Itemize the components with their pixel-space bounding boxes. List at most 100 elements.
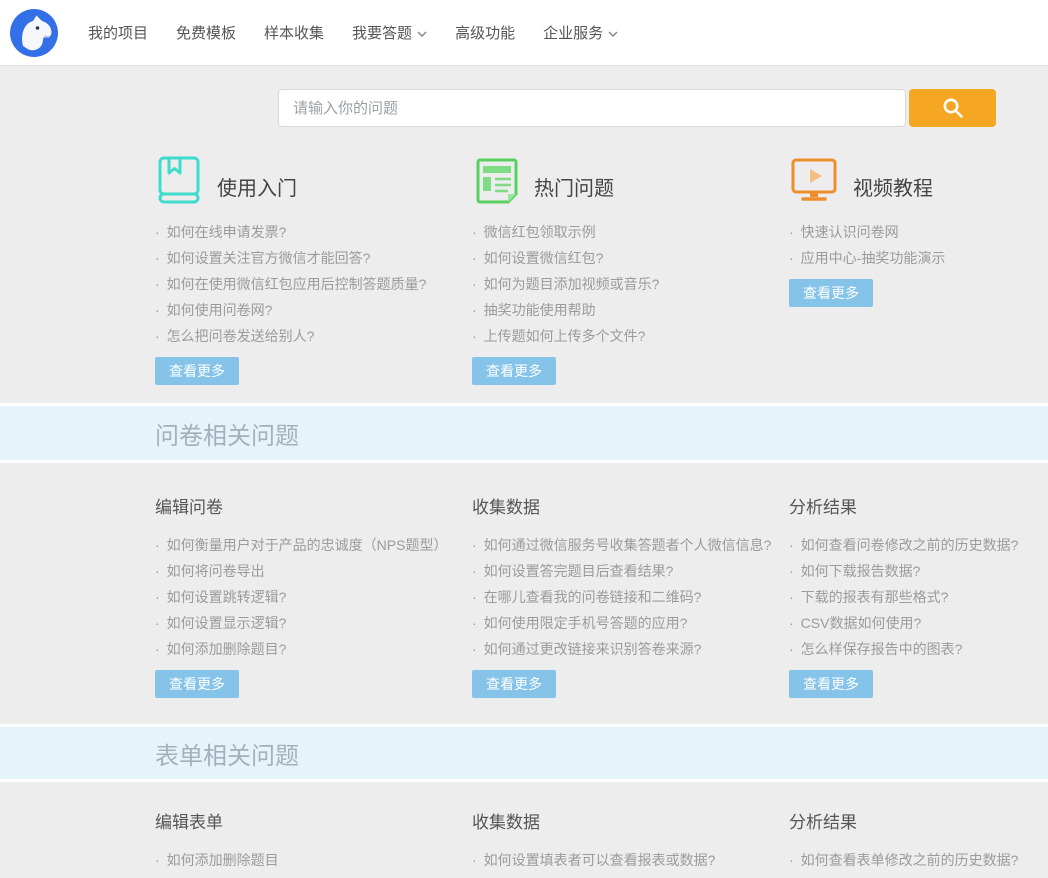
survey-columns: 编辑问卷 如何衡量用户对于产品的忠诚度（NPS题型） 如何将问卷导出 如何设置跳… bbox=[155, 493, 1048, 698]
nav-my-projects[interactable]: 我的项目 bbox=[88, 22, 148, 43]
question-link[interactable]: 如何设置填表者可以查看报表或数据? bbox=[472, 847, 789, 873]
form-section-title: 表单相关问题 bbox=[155, 736, 299, 771]
question-link[interactable]: 微信红包领取示例 bbox=[472, 219, 789, 245]
question-list: 如何查看问卷修改之前的历史数据? 如何下载报告数据? 下载的报表有那些格式? C… bbox=[789, 532, 1048, 662]
nav-label: 企业服务 bbox=[543, 22, 603, 43]
question-link[interactable]: 如何设置微信红包? bbox=[472, 245, 789, 271]
wenjuan-logo[interactable] bbox=[10, 9, 58, 57]
question-link[interactable]: 如何使用限定手机号答题的应用? bbox=[472, 610, 789, 636]
question-link[interactable]: 如何为填表者分配人员? bbox=[472, 873, 789, 878]
form-questions-section: 编辑表单 如何添加删除题目 如何添加删除选项? 收集数据 如何设置填表者可以查看… bbox=[0, 782, 1048, 878]
question-link[interactable]: 下载的报表有那些格式? bbox=[789, 584, 1048, 610]
help-hero-section: 使用入门 如何在线申请发票? 如何设置关注官方微信才能回答? 如何在使用微信红包… bbox=[0, 66, 1048, 403]
nav-label: 我要答题 bbox=[352, 22, 412, 43]
survey-questions-section: 编辑问卷 如何衡量用户对于产品的忠诚度（NPS题型） 如何将问卷导出 如何设置跳… bbox=[0, 463, 1048, 724]
question-list: 如何查看表单修改之前的历史数据? 可以修改收集到的数据吗? bbox=[789, 847, 1048, 878]
help-col-video-tutorials: 视频教程 快速认识问卷网 应用中心-抽奖功能演示 查看更多 bbox=[789, 155, 1048, 385]
view-more-button[interactable]: 查看更多 bbox=[789, 279, 873, 307]
question-link[interactable]: 如何添加删除题目 bbox=[155, 847, 472, 873]
view-more-button[interactable]: 查看更多 bbox=[472, 670, 556, 698]
view-more-button[interactable]: 查看更多 bbox=[789, 670, 873, 698]
column-title: 编辑表单 bbox=[155, 808, 472, 833]
form-col-analyze: 分析结果 如何查看表单修改之前的历史数据? 可以修改收集到的数据吗? bbox=[789, 808, 1048, 878]
question-link[interactable]: 如何设置答完题目后查看结果? bbox=[472, 558, 789, 584]
question-link[interactable]: 如何查看表单修改之前的历史数据? bbox=[789, 847, 1048, 873]
column-title: 分析结果 bbox=[789, 808, 1048, 833]
question-link[interactable]: 应用中心-抽奖功能演示 bbox=[789, 245, 1048, 271]
question-link[interactable]: 可以修改收集到的数据吗? bbox=[789, 873, 1048, 878]
help-col-hot-questions: 热门问题 微信红包领取示例 如何设置微信红包? 如何为题目添加视频或音乐? 抽奖… bbox=[472, 155, 789, 385]
question-link[interactable]: CSV数据如何使用? bbox=[789, 610, 1048, 636]
top-navbar: 我的项目 免费模板 样本收集 我要答题 高级功能 企业服务 bbox=[0, 0, 1048, 66]
dog-logo-icon bbox=[10, 9, 58, 57]
form-columns: 编辑表单 如何添加删除题目 如何添加删除选项? 收集数据 如何设置填表者可以查看… bbox=[155, 808, 1048, 878]
nav-sample-collection[interactable]: 样本收集 bbox=[264, 22, 324, 43]
question-list: 如何设置填表者可以查看报表或数据? 如何为填表者分配人员? bbox=[472, 847, 789, 878]
nav-free-templates[interactable]: 免费模板 bbox=[176, 22, 236, 43]
main-menu: 我的项目 免费模板 样本收集 我要答题 高级功能 企业服务 bbox=[88, 22, 618, 43]
question-link[interactable]: 如何设置显示逻辑? bbox=[155, 610, 472, 636]
nav-advanced-features[interactable]: 高级功能 bbox=[455, 22, 515, 43]
question-link[interactable]: 如何添加删除题目? bbox=[155, 636, 472, 662]
question-link[interactable]: 怎么把问卷发送给别人? bbox=[155, 323, 472, 349]
survey-section-title: 问卷相关问题 bbox=[155, 416, 299, 451]
question-list: 如何添加删除题目 如何添加删除选项? bbox=[155, 847, 472, 878]
video-icon bbox=[789, 155, 839, 205]
view-more-button[interactable]: 查看更多 bbox=[472, 357, 556, 385]
column-title: 收集数据 bbox=[472, 808, 789, 833]
question-link[interactable]: 怎么样保存报告中的图表? bbox=[789, 636, 1048, 662]
nav-answer-surveys[interactable]: 我要答题 bbox=[352, 22, 427, 43]
column-title: 收集数据 bbox=[472, 493, 789, 518]
category-header: 使用入门 bbox=[155, 155, 472, 205]
chevron-down-icon bbox=[417, 31, 427, 37]
search-icon bbox=[940, 95, 966, 121]
category-title: 使用入门 bbox=[217, 172, 297, 205]
book-icon bbox=[155, 155, 203, 205]
question-link[interactable]: 如何将问卷导出 bbox=[155, 558, 472, 584]
question-link[interactable]: 如何设置跳转逻辑? bbox=[155, 584, 472, 610]
survey-section-band: 问卷相关问题 bbox=[0, 406, 1048, 460]
question-link[interactable]: 如何设置关注官方微信才能回答? bbox=[155, 245, 472, 271]
view-more-button[interactable]: 查看更多 bbox=[155, 670, 239, 698]
search-button[interactable] bbox=[909, 89, 996, 127]
nav-label: 我的项目 bbox=[88, 22, 148, 43]
question-link[interactable]: 如何使用问卷网? bbox=[155, 297, 472, 323]
search-bar bbox=[278, 89, 1048, 127]
question-link[interactable]: 如何添加删除选项? bbox=[155, 873, 472, 878]
help-col-getting-started: 使用入门 如何在线申请发票? 如何设置关注官方微信才能回答? 如何在使用微信红包… bbox=[155, 155, 472, 385]
column-title: 分析结果 bbox=[789, 493, 1048, 518]
question-link[interactable]: 上传题如何上传多个文件? bbox=[472, 323, 789, 349]
survey-col-analyze: 分析结果 如何查看问卷修改之前的历史数据? 如何下载报告数据? 下载的报表有那些… bbox=[789, 493, 1048, 698]
question-link[interactable]: 在哪儿查看我的问卷链接和二维码? bbox=[472, 584, 789, 610]
question-list: 如何衡量用户对于产品的忠诚度（NPS题型） 如何将问卷导出 如何设置跳转逻辑? … bbox=[155, 532, 472, 662]
category-header: 热门问题 bbox=[472, 155, 789, 205]
question-link[interactable]: 如何查看问卷修改之前的历史数据? bbox=[789, 532, 1048, 558]
question-link[interactable]: 抽奖功能使用帮助 bbox=[472, 297, 789, 323]
news-icon bbox=[472, 155, 520, 205]
question-link[interactable]: 如何通过微信服务号收集答题者个人微信信息? bbox=[472, 532, 789, 558]
nav-label: 样本收集 bbox=[264, 22, 324, 43]
question-list: 微信红包领取示例 如何设置微信红包? 如何为题目添加视频或音乐? 抽奖功能使用帮… bbox=[472, 219, 789, 349]
category-title: 视频教程 bbox=[853, 172, 933, 205]
question-link[interactable]: 快速认识问卷网 bbox=[789, 219, 1048, 245]
question-list: 快速认识问卷网 应用中心-抽奖功能演示 bbox=[789, 219, 1048, 271]
question-link[interactable]: 如何在使用微信红包应用后控制答题质量? bbox=[155, 271, 472, 297]
question-link[interactable]: 如何通过更改链接来识别答卷来源? bbox=[472, 636, 789, 662]
nav-enterprise-services[interactable]: 企业服务 bbox=[543, 22, 618, 43]
question-link[interactable]: 如何在线申请发票? bbox=[155, 219, 472, 245]
nav-label: 高级功能 bbox=[455, 22, 515, 43]
form-col-collect: 收集数据 如何设置填表者可以查看报表或数据? 如何为填表者分配人员? bbox=[472, 808, 789, 878]
view-more-button[interactable]: 查看更多 bbox=[155, 357, 239, 385]
question-link[interactable]: 如何下载报告数据? bbox=[789, 558, 1048, 584]
category-header: 视频教程 bbox=[789, 155, 1048, 205]
survey-col-collect: 收集数据 如何通过微信服务号收集答题者个人微信信息? 如何设置答完题目后查看结果… bbox=[472, 493, 789, 698]
question-link[interactable]: 如何衡量用户对于产品的忠诚度（NPS题型） bbox=[155, 532, 472, 558]
question-link[interactable]: 如何为题目添加视频或音乐? bbox=[472, 271, 789, 297]
form-col-edit: 编辑表单 如何添加删除题目 如何添加删除选项? bbox=[155, 808, 472, 878]
search-input[interactable] bbox=[278, 89, 906, 127]
nav-label: 免费模板 bbox=[176, 22, 236, 43]
question-list: 如何通过微信服务号收集答题者个人微信信息? 如何设置答完题目后查看结果? 在哪儿… bbox=[472, 532, 789, 662]
form-section-band: 表单相关问题 bbox=[0, 727, 1048, 779]
chevron-down-icon bbox=[608, 31, 618, 37]
column-title: 编辑问卷 bbox=[155, 493, 472, 518]
